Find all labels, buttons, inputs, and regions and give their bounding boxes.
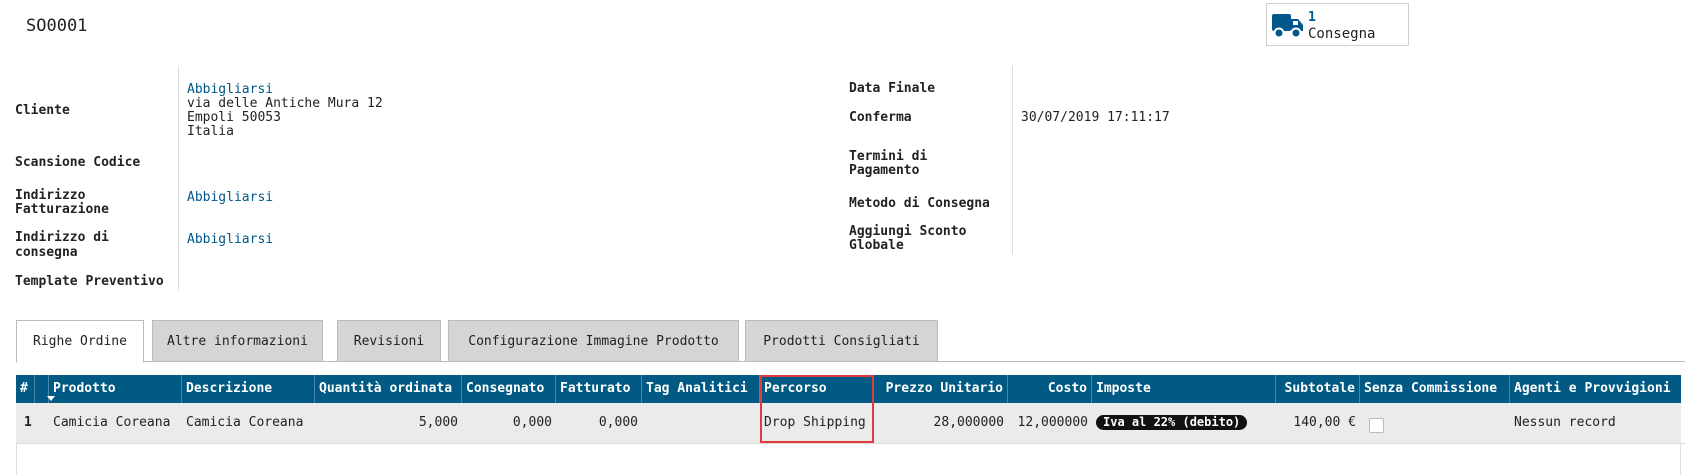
scansione-codice-label: Scansione Codice <box>15 155 141 170</box>
consegna-label-line1: Indirizzo di <box>15 230 109 245</box>
row-subtotale: 140,00 € <box>1293 415 1356 430</box>
col-header-costo[interactable]: Costo <box>1008 375 1092 403</box>
cliente-label: Cliente <box>15 103 70 118</box>
col-header-quantita[interactable]: Quantità ordinata <box>315 375 462 403</box>
left-separator <box>178 66 179 290</box>
data-finale-label: Data Finale <box>849 81 936 96</box>
row-prezzo-unitario[interactable]: 28,000000 <box>874 403 1008 443</box>
fatturazione-link[interactable]: Abbigliarsi <box>187 191 273 205</box>
page-title: SO0001 <box>26 16 88 36</box>
col-header-consegnato[interactable]: Consegnato <box>462 375 556 403</box>
col-header-subtotale[interactable]: Subtotale <box>1276 375 1360 403</box>
cliente-city: Empoli 50053 <box>187 110 281 125</box>
row-costo[interactable]: 12,000000 <box>1008 403 1092 443</box>
sconto-label-line1: Aggiungi Sconto <box>849 224 967 239</box>
conferma-label: Conferma <box>849 110 912 125</box>
col-header-tag-analitici[interactable]: Tag Analitici <box>642 375 760 403</box>
col-header-agenti[interactable]: Agenti e Provvigioni <box>1510 375 1681 403</box>
delivery-smart-button[interactable]: 1 Consegna <box>1266 3 1409 46</box>
tax-badge: Iva al 22% (debito) <box>1096 415 1248 430</box>
tab-righe-ordine[interactable]: Righe Ordine <box>16 320 144 363</box>
row-prodotto[interactable]: Camicia Coreana <box>49 403 182 443</box>
fatturazione-label-line1: Indirizzo <box>15 188 86 203</box>
right-separator <box>1012 66 1013 254</box>
termini-label-line1: Termini di <box>849 149 928 164</box>
sconto-label-line2: Globale <box>849 238 904 253</box>
row-quantita[interactable]: 5,000 <box>315 403 462 443</box>
col-header-number[interactable]: # <box>16 375 35 403</box>
row-imposte[interactable]: Iva al 22% (debito) <box>1092 403 1276 443</box>
truck-icon <box>1271 12 1305 44</box>
cliente-country: Italia <box>187 124 234 139</box>
delivery-count: 1 <box>1308 10 1316 25</box>
col-header-prezzo-unitario[interactable]: Prezzo Unitario <box>874 375 1008 403</box>
col-header-fatturato[interactable]: Fatturato <box>556 375 642 403</box>
consegna-label-line2: consegna <box>15 245 78 260</box>
row-consegnato[interactable]: 0,000 <box>462 403 556 443</box>
metodo-consegna-label: Metodo di Consegna <box>849 196 990 211</box>
percorso-highlight-box <box>760 375 874 443</box>
tab-revisioni[interactable]: Revisioni <box>337 320 441 362</box>
row-fatturato[interactable]: 0,000 <box>556 403 642 443</box>
senza-commissione-checkbox[interactable] <box>1369 418 1384 433</box>
tab-prodotti-consigliati[interactable]: Prodotti Consigliati <box>745 320 938 362</box>
termini-label-line2: Pagamento <box>849 163 920 178</box>
row-agenti[interactable]: Nessun record <box>1510 403 1681 443</box>
col-header-prodotto[interactable]: Prodotto <box>49 375 182 403</box>
sort-caret-icon <box>47 396 55 401</box>
row-tag-analitici[interactable] <box>642 403 760 443</box>
tab-configurazione-immagine[interactable]: Configurazione Immagine Prodotto <box>448 320 739 362</box>
delivery-label: Consegna <box>1308 26 1376 42</box>
fatturazione-label-line2: Fatturazione <box>15 202 109 217</box>
table-empty-area <box>16 444 1681 475</box>
row-descrizione[interactable]: Camicia Coreana <box>182 403 315 443</box>
row-number: 1 <box>24 415 32 430</box>
cliente-street: via delle Antiche Mura 12 <box>187 96 383 111</box>
tab-altre-informazioni[interactable]: Altre informazioni <box>152 320 323 362</box>
col-header-descrizione[interactable]: Descrizione <box>182 375 315 403</box>
cliente-name-link[interactable]: Abbigliarsi <box>187 83 273 97</box>
template-preventivo-label: Template Preventivo <box>15 274 164 289</box>
col-header-imposte[interactable]: Imposte <box>1092 375 1276 403</box>
conferma-value: 30/07/2019 17:11:17 <box>1021 110 1170 125</box>
consegna-link[interactable]: Abbigliarsi <box>187 233 273 247</box>
col-header-senza-commissione[interactable]: Senza Commissione <box>1360 375 1510 403</box>
